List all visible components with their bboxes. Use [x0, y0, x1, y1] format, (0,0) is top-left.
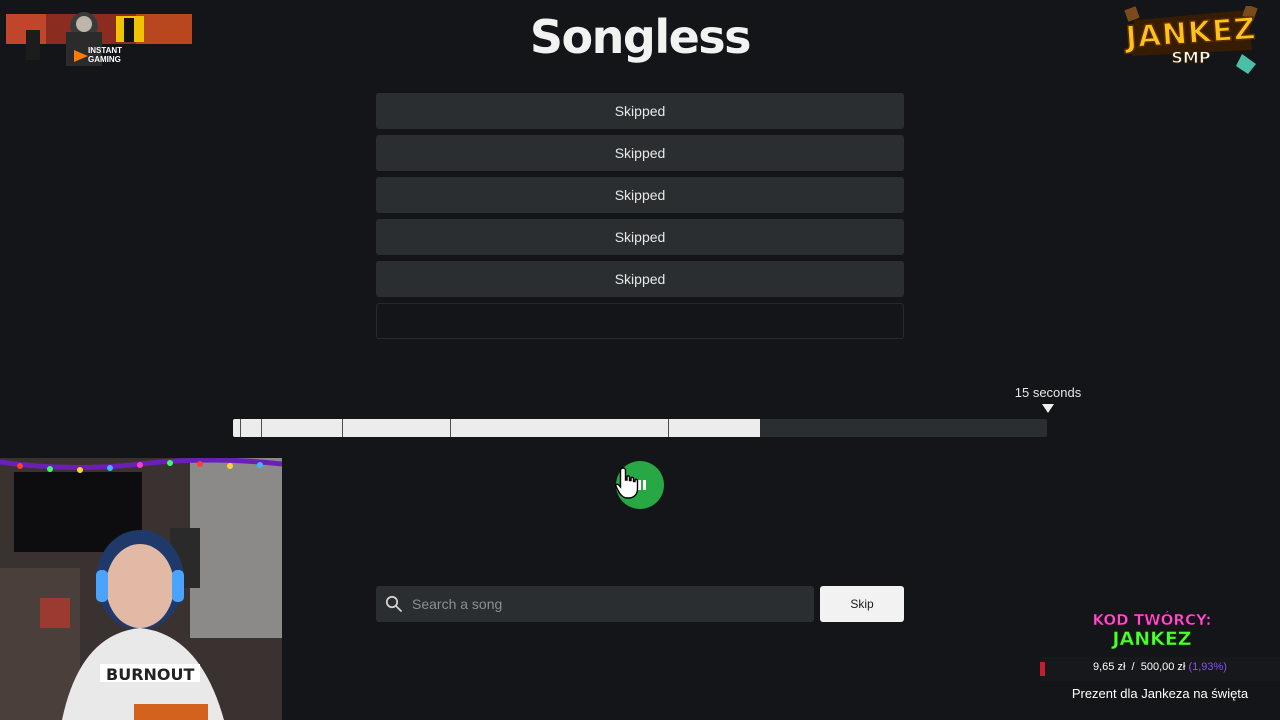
- song-timeline[interactable]: [233, 419, 1047, 437]
- timeline-segment-divider: [342, 419, 343, 437]
- guess-row-1: Skipped: [376, 93, 904, 129]
- songless-page: INSTANT GAMING JANKEZ SMP Songless Skippe…: [0, 0, 1280, 720]
- goal-current: 9,65 zł: [1093, 661, 1126, 673]
- play-button[interactable]: [616, 461, 664, 509]
- svg-text:BURNOUT: BURNOUT: [106, 665, 194, 684]
- timeline-segment-divider: [668, 419, 669, 437]
- donation-goal-title: Prezent dla Jankeza na święta: [1071, 686, 1249, 701]
- creator-code-label: KOD TWÓRCY:: [1092, 611, 1212, 629]
- creator-code-value: JANKEZ: [1112, 628, 1192, 651]
- timeline-segment-divider: [450, 419, 451, 437]
- search-input[interactable]: [404, 586, 812, 622]
- goal-target: 500,00 zł: [1140, 661, 1186, 673]
- timeline-segment-divider: [240, 419, 241, 437]
- page-title: Songless: [529, 10, 752, 64]
- max-duration-label: 15 seconds: [1014, 385, 1082, 400]
- goal-percent: (1,93%): [1188, 661, 1227, 673]
- guess-row-6: [376, 303, 904, 339]
- guess-row-3: Skipped: [376, 177, 904, 213]
- play-icon: [638, 480, 646, 490]
- skip-button[interactable]: Skip: [820, 586, 904, 622]
- webcam-overlay: BURNOUT: [0, 458, 282, 720]
- search-icon: [385, 595, 402, 612]
- guess-list: Skipped Skipped Skipped Skipped Skipped: [376, 93, 904, 345]
- guess-row-2: Skipped: [376, 135, 904, 171]
- guess-row-5: Skipped: [376, 261, 904, 297]
- max-duration-marker-icon: [1042, 404, 1054, 413]
- timeline-segment-divider: [261, 419, 262, 437]
- timeline-progress: [233, 419, 760, 437]
- donation-goal-amounts: 9,65 zł / 500,00 zł (1,93%): [1040, 661, 1280, 673]
- guess-row-4: Skipped: [376, 219, 904, 255]
